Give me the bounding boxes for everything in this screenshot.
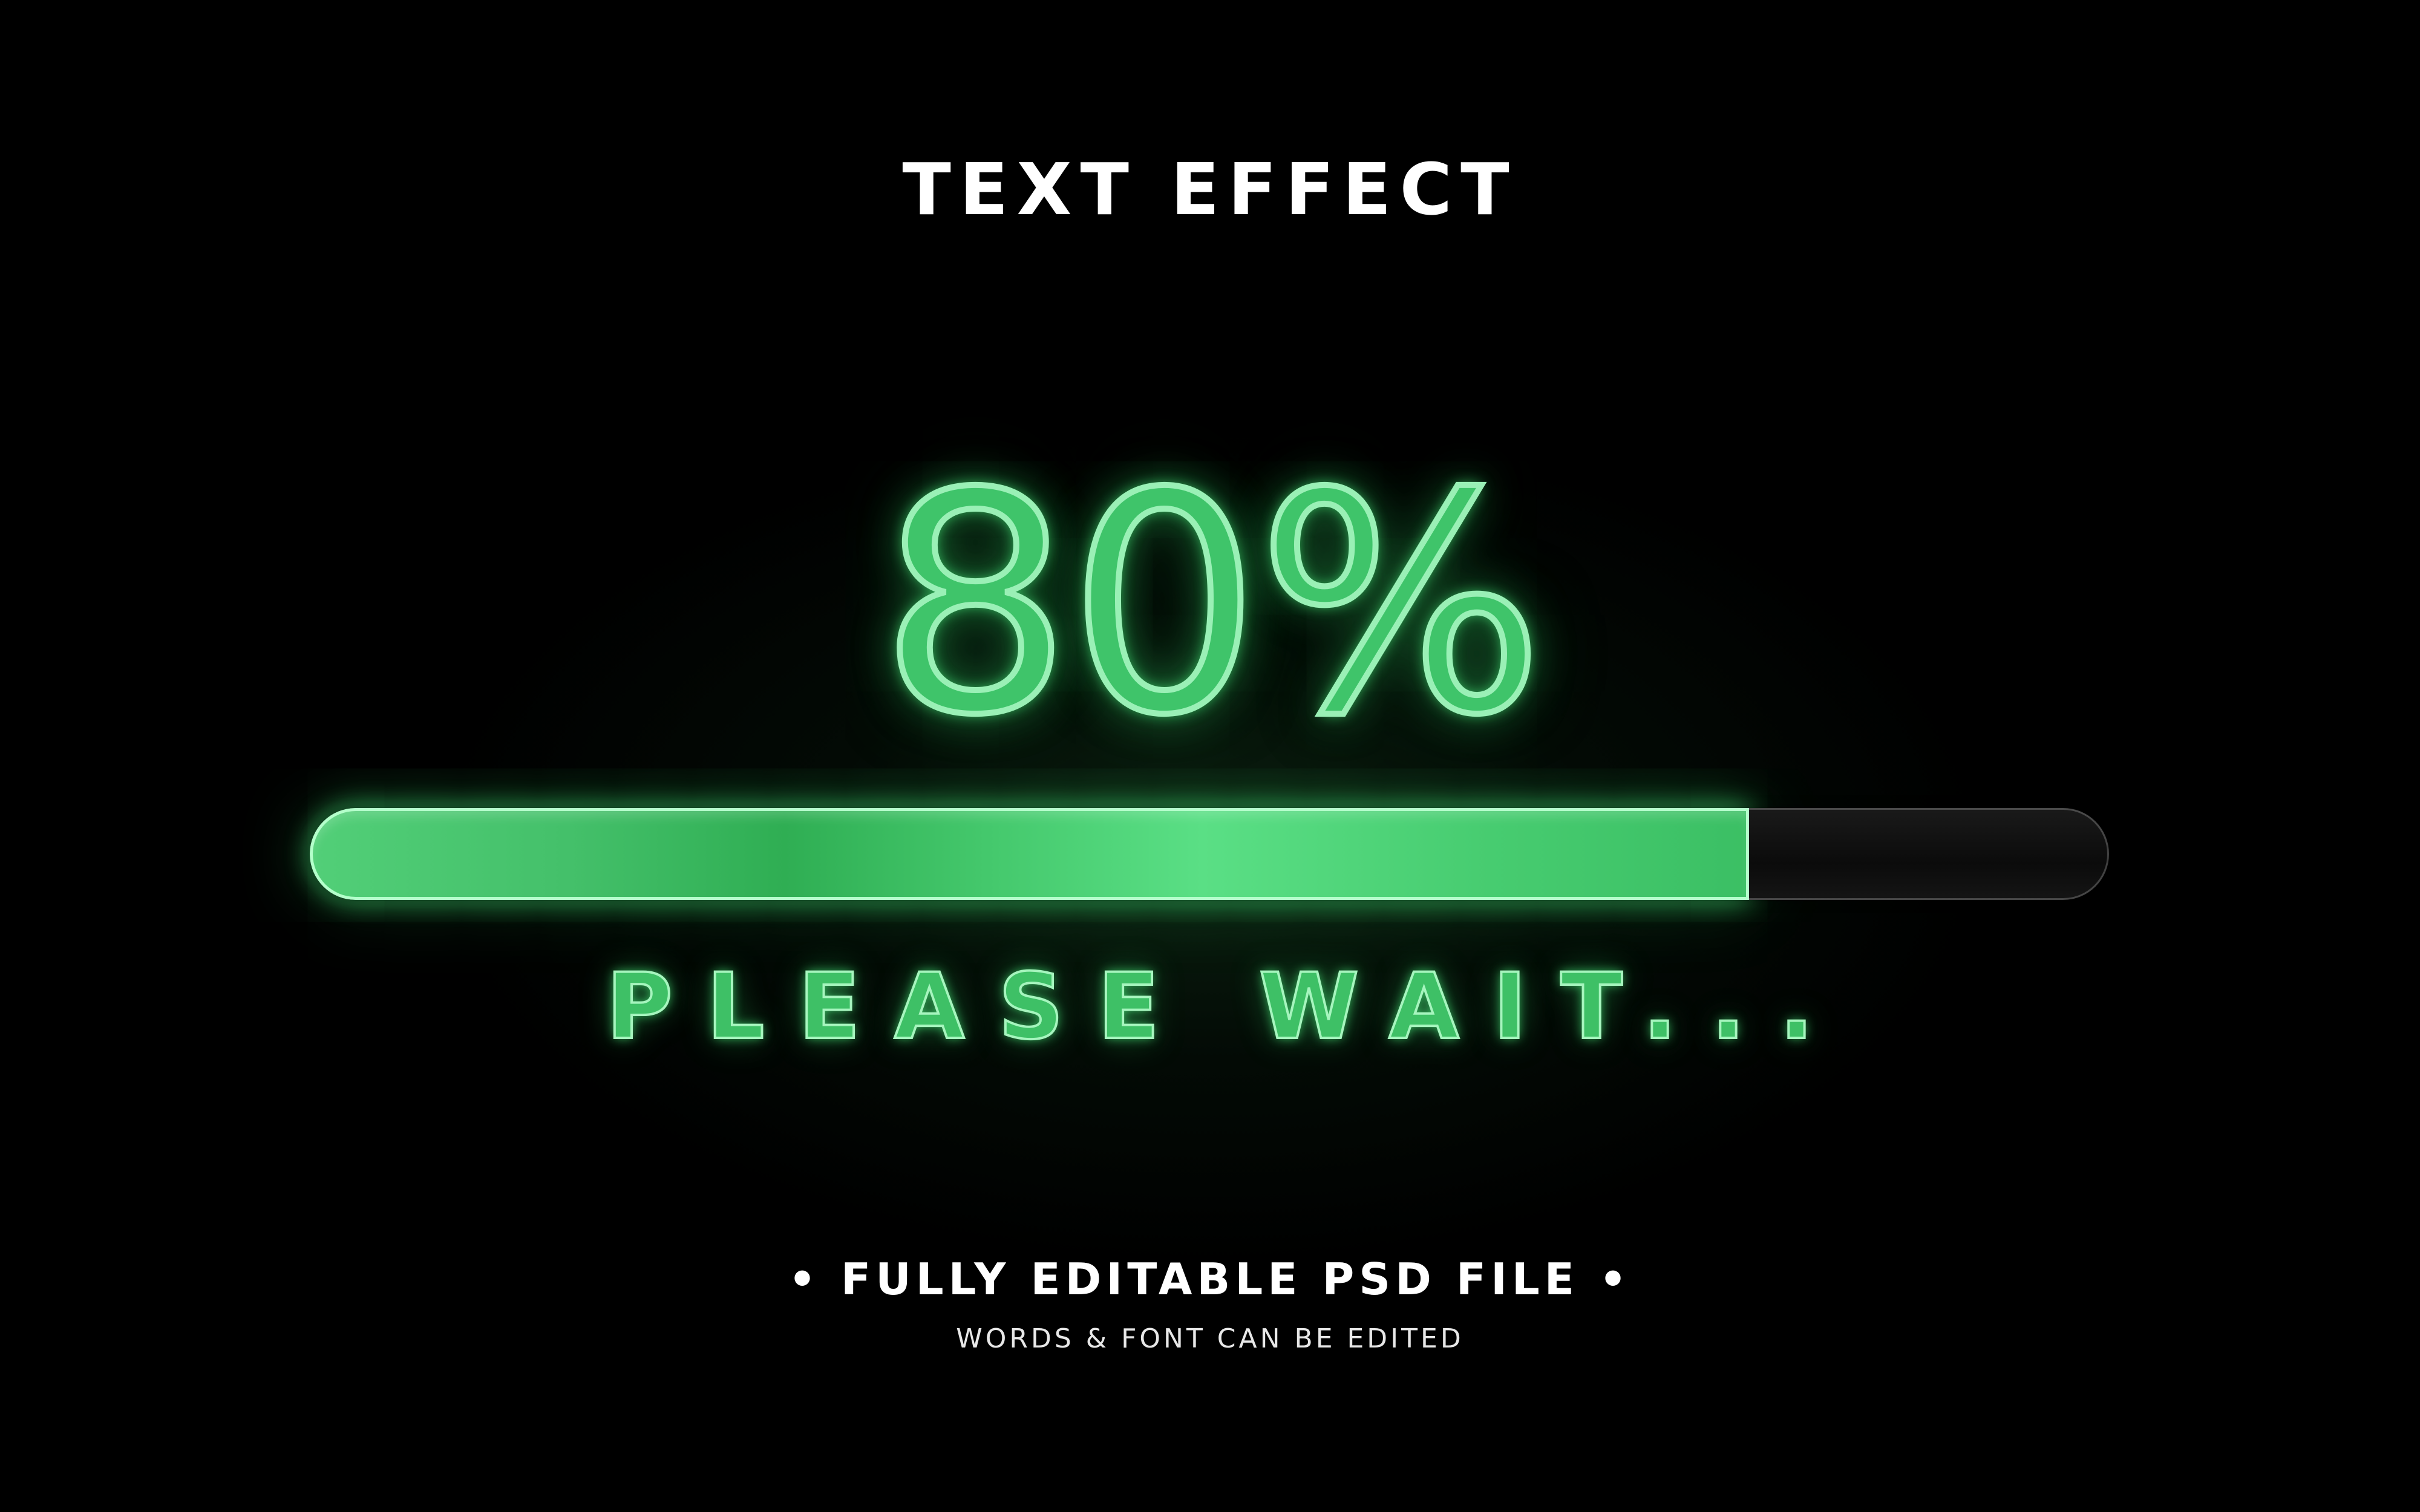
progress-bar-fill <box>310 808 1749 900</box>
progress-bar <box>310 808 2109 900</box>
status-text: PLEASE WAIT... <box>605 954 1848 1060</box>
progress-percent-label: 80% <box>876 429 1547 781</box>
page-title: TEXT EFFECT <box>902 148 1518 231</box>
caption: WORDS & FONT CAN BE EDITED <box>956 1323 1464 1354</box>
subtitle: • FULLY EDITABLE PSD FILE • <box>788 1254 1632 1305</box>
